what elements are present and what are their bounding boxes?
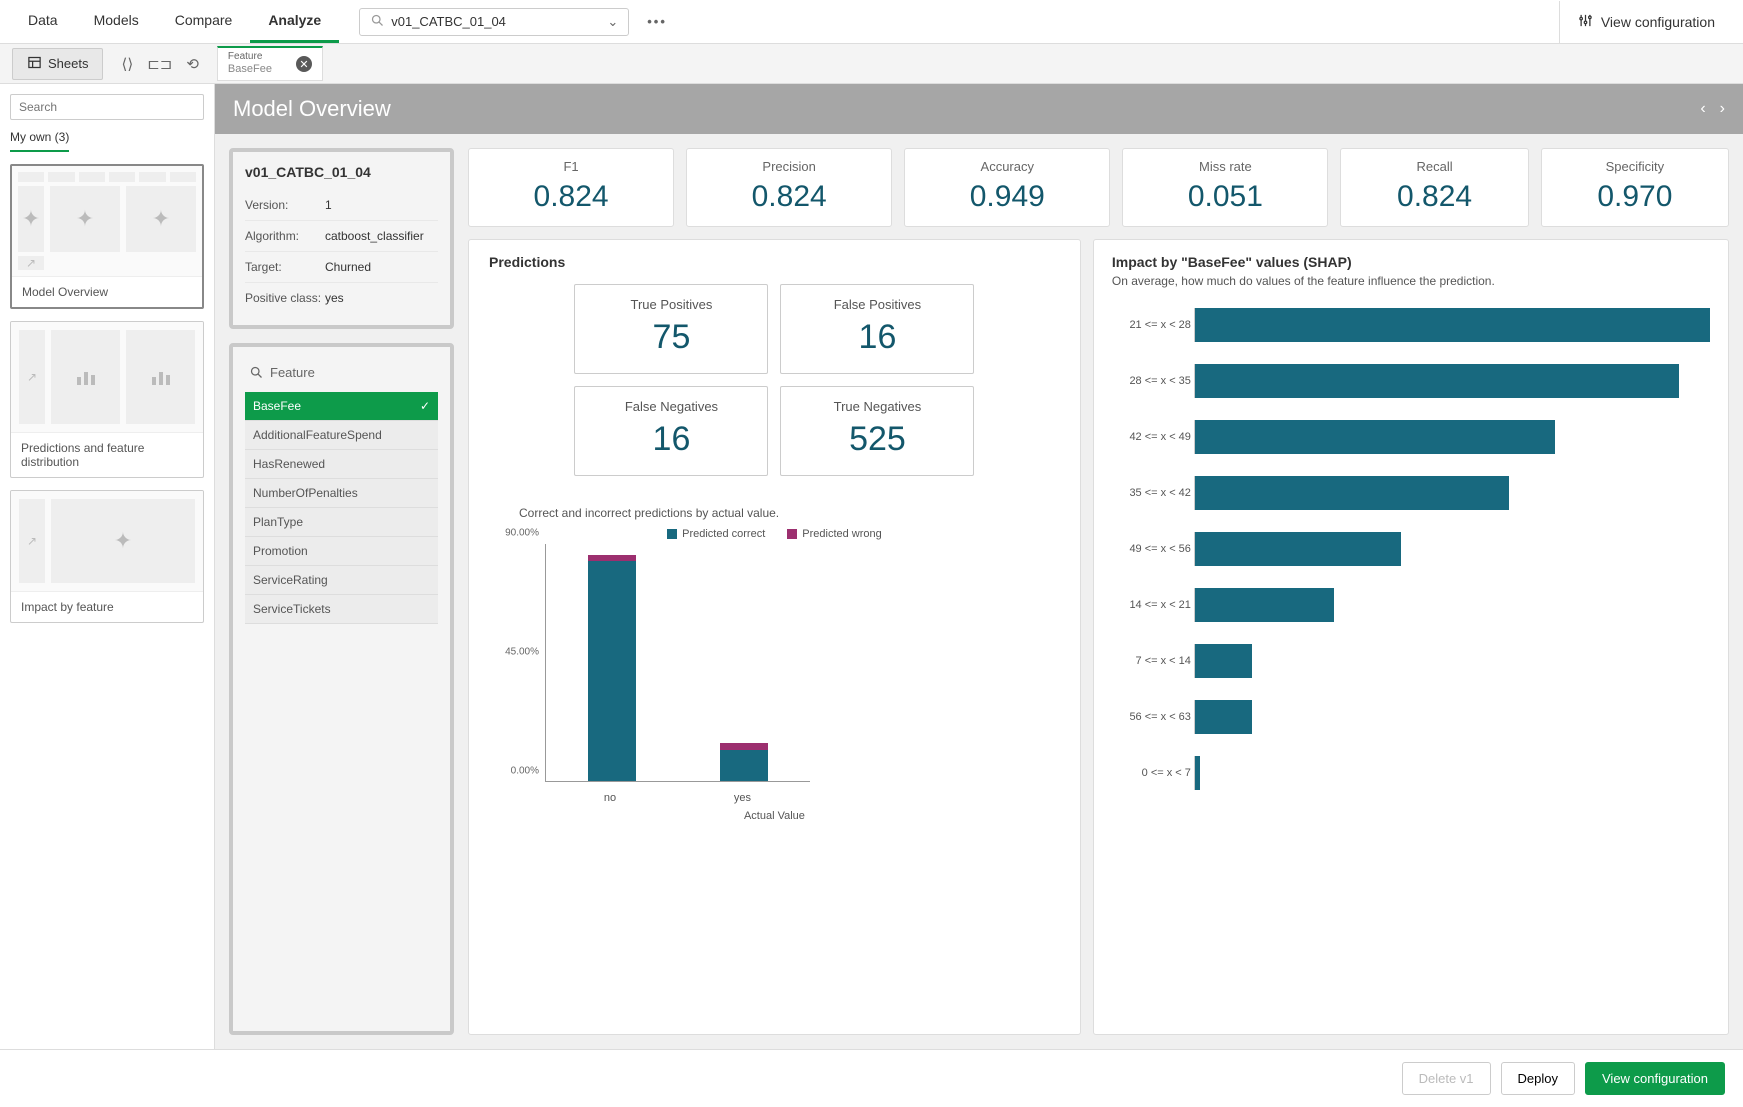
top-tabs: DataModelsCompareAnalyze (10, 0, 339, 43)
tab-models[interactable]: Models (76, 0, 157, 43)
tab-analyze[interactable]: Analyze (250, 0, 339, 43)
info-row: Positive class:yes (245, 283, 438, 313)
deploy-button[interactable]: Deploy (1501, 1062, 1575, 1095)
feature-item[interactable]: Promotion (245, 537, 438, 566)
metric-card[interactable]: F10.824 (468, 148, 674, 227)
x-axis-title: Actual Value (489, 810, 1060, 822)
shap-bar[interactable]: 14 <= x < 21 (1112, 588, 1710, 622)
feature-search[interactable]: Feature (245, 359, 438, 386)
sidebar-tab-myown[interactable]: My own (3) (10, 130, 69, 152)
predictions-panel: Predictions True Positives75False Positi… (468, 239, 1081, 1035)
check-icon: ✓ (420, 399, 430, 413)
confusion-cell[interactable]: False Positives16 (780, 284, 974, 374)
shap-bar[interactable]: 49 <= x < 56 (1112, 532, 1710, 566)
panel-title: v01_CATBC_01_04 (245, 164, 438, 180)
feature-item[interactable]: ServiceRating (245, 566, 438, 595)
chart-legend: Predicted correct Predicted wrong (489, 528, 1060, 540)
panel-subtitle: On average, how much do values of the fe… (1112, 274, 1710, 288)
sheets-icon (27, 55, 42, 73)
shap-bar[interactable]: 35 <= x < 42 (1112, 476, 1710, 510)
page-title: Model Overview (233, 96, 391, 122)
model-info-panel: v01_CATBC_01_04 Version:1Algorithm:catbo… (229, 148, 454, 329)
model-selector[interactable]: v01_CATBC_01_04 ⌄ (359, 8, 629, 36)
metric-card[interactable]: Miss rate0.051 (1122, 148, 1328, 227)
sidebar: My own (3) ✦ ✦ ✦ ↗ Model Overview (0, 84, 215, 1049)
thumb-predictions[interactable]: ↗ Predictions and feature distribution (10, 321, 204, 478)
prediction-chart[interactable]: 0.00%45.00%90.00% noyes (545, 544, 810, 804)
bar[interactable] (720, 743, 768, 781)
feature-item[interactable]: PlanType (245, 508, 438, 537)
sheets-button[interactable]: Sheets (12, 48, 103, 80)
shap-bar[interactable]: 7 <= x < 14 (1112, 644, 1710, 678)
legend-swatch-correct (667, 529, 677, 539)
shap-bar[interactable]: 56 <= x < 63 (1112, 700, 1710, 734)
thumb-label: Model Overview (12, 276, 202, 307)
thumb-label: Predictions and feature distribution (11, 432, 203, 477)
view-configuration-link[interactable]: View configuration (1559, 1, 1733, 43)
chart-description: Correct and incorrect predictions by act… (519, 506, 1060, 520)
thumb-impact[interactable]: ↗ ✦ Impact by feature (10, 490, 204, 623)
tab-data[interactable]: Data (10, 0, 76, 43)
chip-value: BaseFee (228, 63, 272, 76)
selection-tools: ⟨⟩ ⊏⊐ ⟲ (121, 55, 198, 73)
legend-swatch-wrong (787, 529, 797, 539)
shap-panel: Impact by "BaseFee" values (SHAP) On ave… (1093, 239, 1729, 1035)
feature-item[interactable]: HasRenewed (245, 450, 438, 479)
metric-card[interactable]: Specificity0.970 (1541, 148, 1729, 227)
feature-item[interactable]: NumberOfPenalties (245, 479, 438, 508)
info-row: Target:Churned (245, 252, 438, 283)
close-icon[interactable]: ✕ (296, 56, 312, 72)
metric-card[interactable]: Precision0.824 (686, 148, 892, 227)
info-row: Version:1 (245, 190, 438, 221)
delete-button[interactable]: Delete v1 (1402, 1062, 1491, 1095)
metric-card[interactable]: Accuracy0.949 (904, 148, 1110, 227)
thumb-label: Impact by feature (11, 591, 203, 622)
view-configuration-button[interactable]: View configuration (1585, 1062, 1725, 1095)
sliders-icon (1578, 13, 1593, 31)
info-row: Algorithm:catboost_classifier (245, 221, 438, 252)
chevron-down-icon: ⌄ (607, 14, 618, 30)
next-sheet[interactable]: › (1720, 100, 1725, 118)
search-icon (249, 365, 264, 380)
search-icon (370, 13, 385, 31)
page-title-bar: Model Overview ‹ › (215, 84, 1743, 134)
confusion-cell[interactable]: False Negatives16 (574, 386, 768, 476)
chip-label: Feature (228, 51, 272, 63)
top-nav: DataModelsCompareAnalyze v01_CATBC_01_04… (0, 0, 1743, 44)
feature-panel: Feature BaseFee✓AdditionalFeatureSpendHa… (229, 343, 454, 1035)
shap-chart[interactable]: 21 <= x < 28 28 <= x < 35 42 <= x < 49 35 <… (1112, 308, 1710, 812)
feature-item[interactable]: AdditionalFeatureSpend (245, 421, 438, 450)
model-selector-value: v01_CATBC_01_04 (391, 14, 607, 29)
panel-title: Impact by "BaseFee" values (SHAP) (1112, 254, 1710, 270)
selection-clear-icon[interactable]: ⟲ (186, 55, 199, 73)
metric-card[interactable]: Recall0.824 (1340, 148, 1528, 227)
content: Model Overview ‹ › v01_CATBC_01_04 Versi… (215, 84, 1743, 1049)
selection-step-icon[interactable]: ⊏⊐ (147, 55, 172, 73)
shap-bar[interactable]: 0 <= x < 7 (1112, 756, 1710, 790)
feature-item[interactable]: BaseFee✓ (245, 392, 438, 421)
selection-chip[interactable]: Feature BaseFee ✕ (217, 46, 323, 80)
shap-bar[interactable]: 28 <= x < 35 (1112, 364, 1710, 398)
thumb-model-overview[interactable]: ✦ ✦ ✦ ↗ Model Overview (10, 164, 204, 309)
sheet-search-input[interactable] (10, 94, 204, 120)
feature-item[interactable]: ServiceTickets (245, 595, 438, 624)
confusion-cell[interactable]: True Positives75 (574, 284, 768, 374)
confusion-cell[interactable]: True Negatives525 (780, 386, 974, 476)
prev-sheet[interactable]: ‹ (1700, 100, 1705, 118)
panel-title: Predictions (489, 254, 1060, 270)
toolbar: Sheets ⟨⟩ ⊏⊐ ⟲ Feature BaseFee ✕ (0, 44, 1743, 84)
selection-back-icon[interactable]: ⟨⟩ (121, 55, 133, 73)
shap-bar[interactable]: 42 <= x < 49 (1112, 420, 1710, 454)
metrics-row: F10.824Precision0.824Accuracy0.949Miss r… (468, 148, 1729, 227)
more-menu[interactable]: ••• (641, 8, 673, 35)
bar[interactable] (588, 555, 636, 781)
tab-compare[interactable]: Compare (157, 0, 251, 43)
footer: Delete v1 Deploy View configuration (0, 1049, 1743, 1107)
shap-bar[interactable]: 21 <= x < 28 (1112, 308, 1710, 342)
